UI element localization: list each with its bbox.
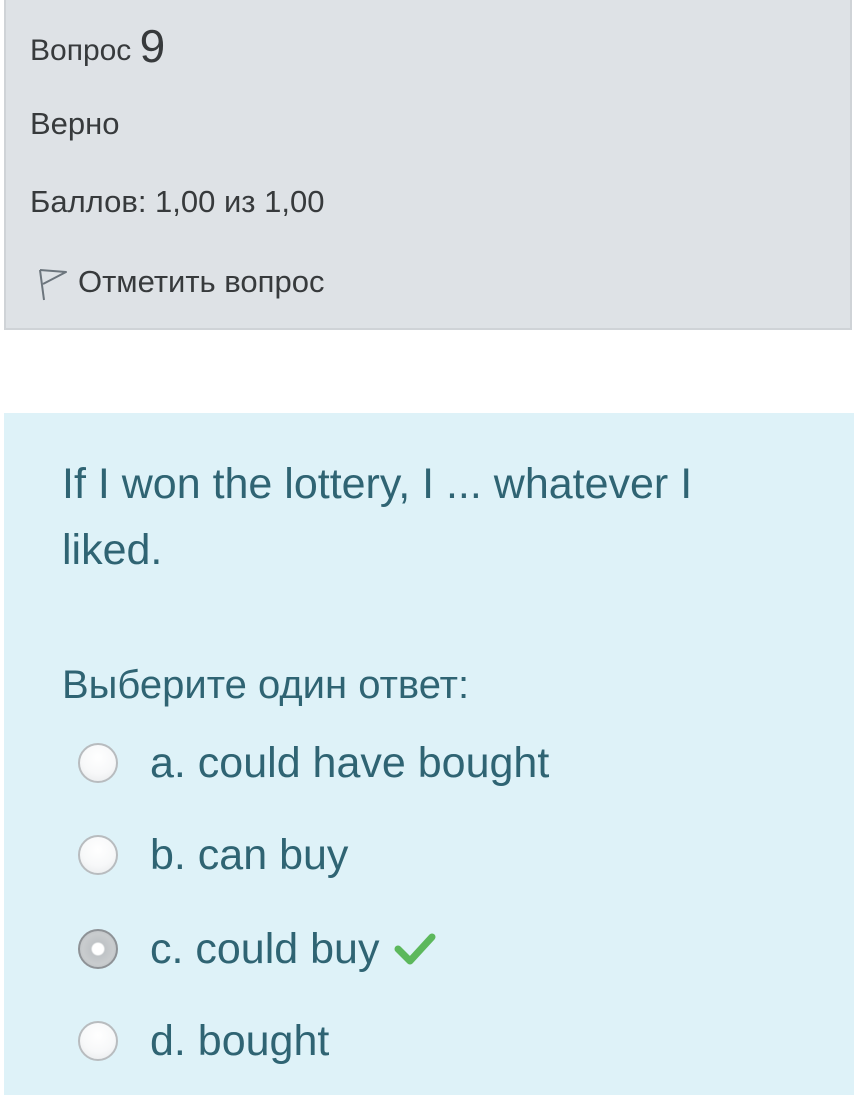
checkmark-icon [393, 929, 437, 969]
flag-outline-icon [30, 258, 70, 306]
question-number-heading: Вопрос 9 [30, 14, 165, 81]
answer-option-label: c. could buy [150, 925, 380, 973]
answer-option-label: a. could have bought [150, 739, 550, 787]
answer-option-c[interactable]: c. could buy [78, 919, 437, 979]
answer-option-label: d. bought [150, 1017, 330, 1065]
radio-option-b[interactable] [78, 835, 118, 875]
question-formulation: If I won the lottery, I ... whatever I l… [4, 413, 854, 1095]
question-number: 9 [139, 20, 166, 72]
radio-option-c-selected[interactable] [78, 929, 118, 969]
answer-option-a[interactable]: a. could have bought [78, 733, 549, 793]
radio-option-d[interactable] [78, 1021, 118, 1061]
answer-prompt: Выберите один ответ: [62, 663, 470, 707]
question-state: Верно [30, 106, 120, 141]
question-grade: Баллов: 1,00 из 1,00 [30, 184, 325, 219]
flag-question-link[interactable]: Отметить вопрос [30, 258, 324, 306]
radio-option-a[interactable] [78, 743, 118, 783]
flag-question-label: Отметить вопрос [78, 264, 325, 299]
answer-option-label: b. can buy [150, 831, 349, 879]
answer-option-b[interactable]: b. can buy [78, 825, 348, 885]
question-label: Вопрос [30, 34, 132, 67]
question-text: If I won the lottery, I ... whatever I l… [62, 460, 693, 574]
answer-option-d[interactable]: d. bought [78, 1011, 329, 1071]
question-info-panel: Вопрос 9 Верно Баллов: 1,00 из 1,00 Отме… [4, 0, 852, 330]
